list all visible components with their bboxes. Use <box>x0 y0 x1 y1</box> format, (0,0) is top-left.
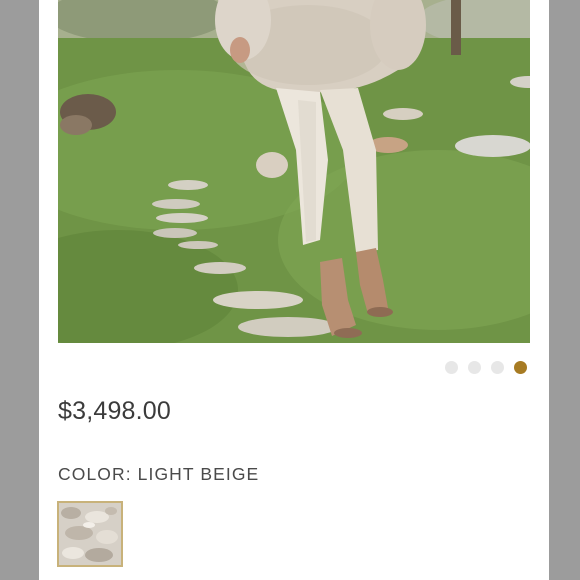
color-swatch-light-beige[interactable] <box>57 501 123 567</box>
color-label: COLOR: LIGHT BEIGE <box>58 464 260 484</box>
carousel-pagination <box>445 361 527 374</box>
product-detail-screen: $3,498.00 COLOR: LIGHT BEIGE <box>39 0 549 580</box>
carousel-dot[interactable] <box>491 361 504 374</box>
carousel-dot[interactable] <box>445 361 458 374</box>
shearling-texture-icon <box>59 503 121 565</box>
product-photo-graphic <box>58 0 530 343</box>
carousel-dot[interactable] <box>468 361 481 374</box>
carousel-dot-active[interactable] <box>514 361 527 374</box>
product-price: $3,498.00 <box>58 397 172 425</box>
product-photo[interactable] <box>58 0 530 343</box>
